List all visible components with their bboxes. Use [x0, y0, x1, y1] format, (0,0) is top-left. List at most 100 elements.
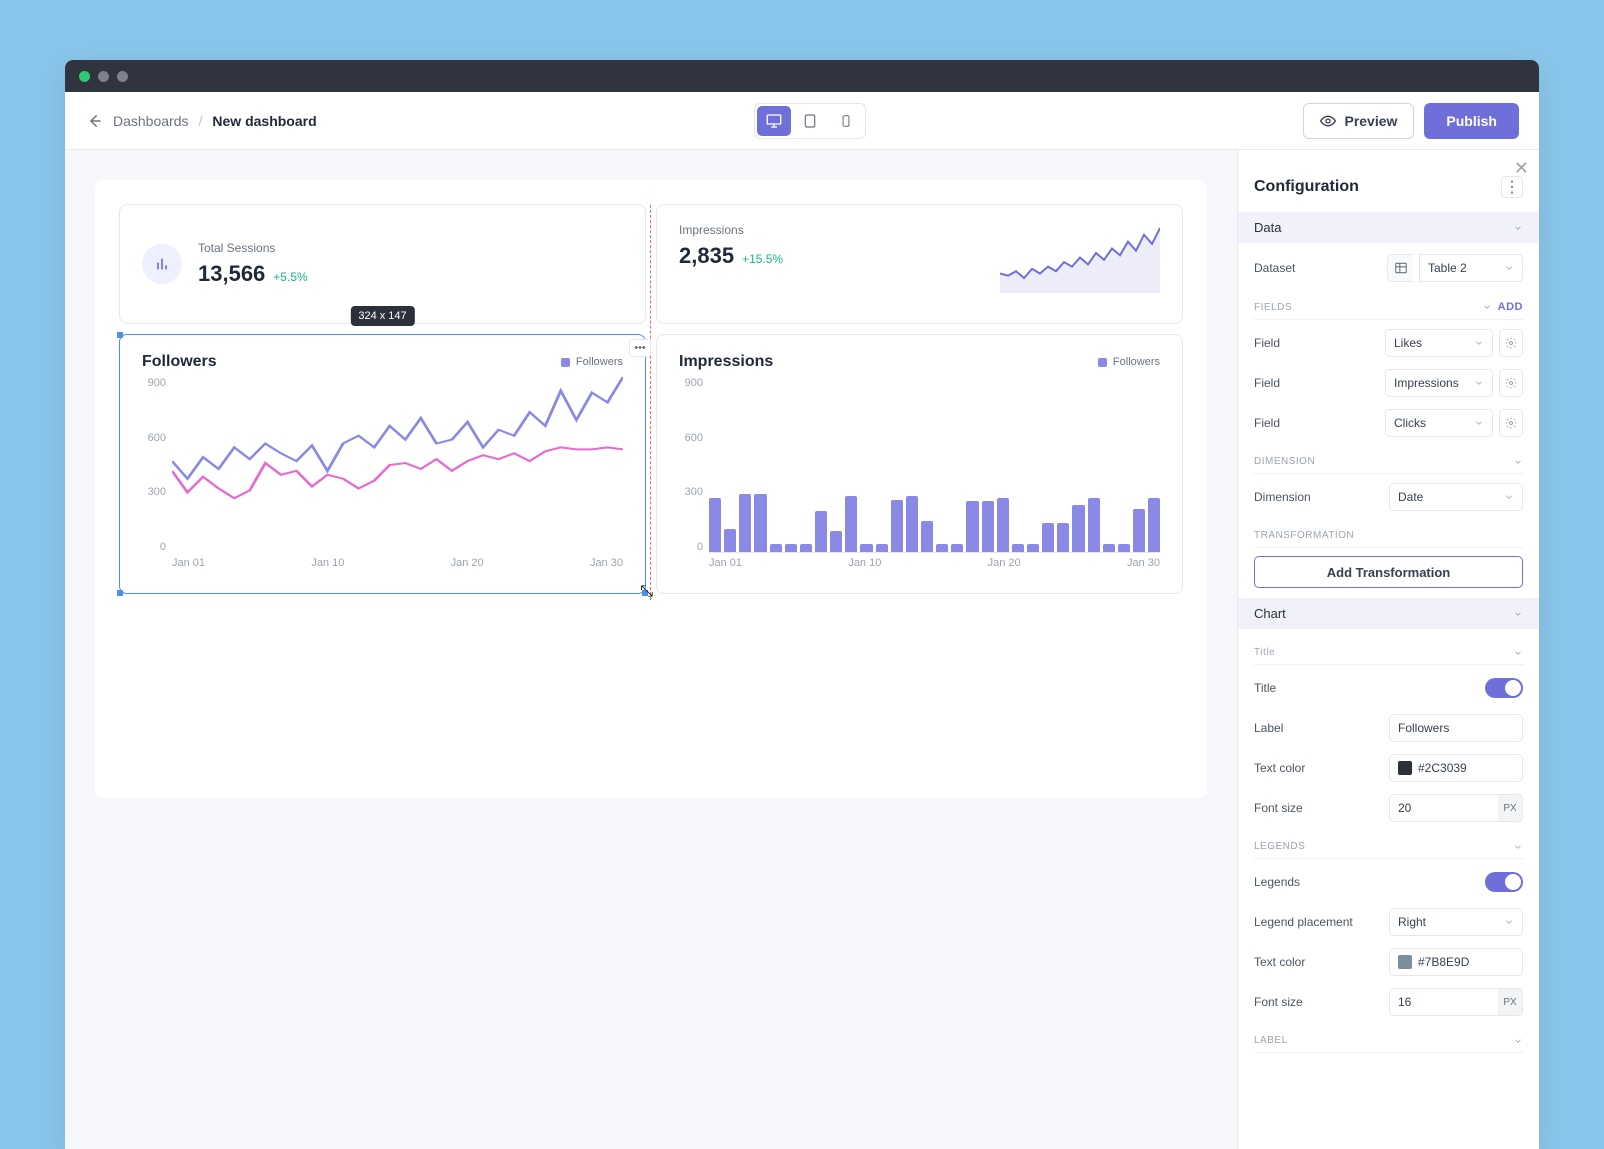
- canvas: Total Sessions 13,566 +5.5% Impressions …: [95, 180, 1207, 798]
- config-title: Configuration: [1254, 178, 1359, 196]
- canvas-area[interactable]: Total Sessions 13,566 +5.5% Impressions …: [65, 150, 1237, 1149]
- add-field-button[interactable]: ADD: [1498, 301, 1523, 313]
- section-data-header[interactable]: Data: [1238, 212, 1539, 243]
- chevron-down-icon: [1504, 492, 1514, 502]
- px-suffix: PX: [1498, 989, 1522, 1015]
- tablet-icon: [802, 113, 818, 129]
- gear-icon: [1505, 417, 1517, 429]
- preview-button[interactable]: Preview: [1303, 103, 1414, 139]
- title-label-input[interactable]: [1389, 714, 1523, 742]
- legends-subheader: LEGENDS: [1254, 841, 1305, 852]
- chevron-down-icon: [1513, 223, 1523, 233]
- breadcrumb-current: New dashboard: [212, 113, 316, 129]
- widget-impressions-metric[interactable]: Impressions 2,835 +15.5%: [656, 204, 1183, 324]
- device-switcher: [754, 103, 866, 139]
- bar-chart-icon: [154, 256, 170, 272]
- legend-swatch: [1098, 358, 1107, 367]
- chevron-down-icon: [1474, 338, 1484, 348]
- back-arrow-icon[interactable]: [85, 112, 103, 130]
- chevron-down-icon: [1474, 378, 1484, 388]
- eye-icon: [1320, 113, 1336, 129]
- device-mobile-button[interactable]: [829, 106, 863, 136]
- alignment-guide: [650, 205, 651, 600]
- chevron-down-icon: [1474, 418, 1484, 428]
- field-settings-button[interactable]: [1499, 329, 1523, 357]
- impressions-label: Impressions: [679, 223, 783, 237]
- chevron-down-icon[interactable]: [1513, 648, 1523, 658]
- dimension-select[interactable]: Date: [1389, 483, 1523, 511]
- breadcrumb: Dashboards / New dashboard: [85, 112, 317, 130]
- color-swatch: [1398, 955, 1412, 969]
- legends-toggle[interactable]: [1485, 872, 1523, 892]
- sessions-label: Total Sessions: [198, 241, 308, 255]
- impressions-sparkline: [1000, 223, 1160, 305]
- legend-swatch: [561, 358, 570, 367]
- chevron-down-icon: [1504, 263, 1514, 273]
- fields-header: FIELDS: [1254, 302, 1292, 313]
- preview-label: Preview: [1344, 113, 1397, 129]
- gear-icon: [1505, 337, 1517, 349]
- followers-y-axis: 9006003000: [142, 377, 172, 553]
- legend-color-input[interactable]: #7B8E9D: [1389, 948, 1523, 976]
- window-control-close[interactable]: [79, 71, 90, 82]
- field-select[interactable]: Clicks: [1385, 409, 1493, 437]
- title-color-input[interactable]: #2C3039: [1389, 754, 1523, 782]
- config-more-button[interactable]: ⋮: [1501, 176, 1523, 198]
- field-label: Field: [1254, 416, 1280, 430]
- legend-placement-label: Legend placement: [1254, 915, 1353, 929]
- impressions-delta: +15.5%: [742, 252, 783, 266]
- header: Dashboards / New dashboard Preview Publi…: [65, 92, 1539, 150]
- impressions-y-axis: 9006003000: [679, 377, 709, 553]
- gear-icon: [1505, 377, 1517, 389]
- workspace: Total Sessions 13,566 +5.5% Impressions …: [65, 150, 1539, 1149]
- followers-x-axis: Jan 01Jan 10Jan 20Jan 30: [172, 557, 623, 577]
- device-tablet-button[interactable]: [793, 106, 827, 136]
- window-control-max[interactable]: [117, 71, 128, 82]
- resize-handle-tl[interactable]: [117, 332, 123, 338]
- legend-placement-select[interactable]: Right: [1389, 908, 1523, 936]
- chevron-down-icon: [1504, 917, 1514, 927]
- section-chart-header[interactable]: Chart: [1238, 598, 1539, 629]
- sessions-value: 13,566: [198, 261, 265, 287]
- dimension-label: Dimension: [1254, 490, 1311, 504]
- breadcrumb-prev[interactable]: Dashboards: [113, 113, 189, 129]
- legend-text-color-label: Text color: [1254, 955, 1305, 969]
- device-desktop-button[interactable]: [757, 106, 791, 136]
- label-label: Label: [1254, 721, 1283, 735]
- dataset-select[interactable]: Table 2: [1419, 254, 1523, 282]
- widget-more-button[interactable]: •••: [629, 339, 651, 357]
- followers-chart-title: Followers: [142, 353, 217, 371]
- chevron-down-icon[interactable]: [1513, 1036, 1523, 1046]
- titlebar: [65, 60, 1539, 92]
- title-toggle[interactable]: [1485, 678, 1523, 698]
- field-label: Field: [1254, 336, 1280, 350]
- label-subheader: LABEL: [1254, 1035, 1288, 1046]
- configuration-panel: ✕ Configuration ⋮ Data Dataset Ta: [1237, 150, 1539, 1149]
- resize-handle-bl[interactable]: [117, 590, 123, 596]
- metric-icon: [142, 244, 182, 284]
- chevron-down-icon[interactable]: [1513, 457, 1523, 467]
- px-suffix: PX: [1498, 795, 1522, 821]
- field-settings-button[interactable]: [1499, 409, 1523, 437]
- dataset-label: Dataset: [1254, 261, 1295, 275]
- close-panel-button[interactable]: ✕: [1514, 158, 1529, 179]
- field-select[interactable]: Impressions: [1385, 369, 1493, 397]
- legends-toggle-label: Legends: [1254, 875, 1300, 889]
- desktop-icon: [765, 112, 783, 130]
- mobile-icon: [839, 114, 853, 128]
- impressions-x-axis: Jan 01Jan 10Jan 20Jan 30: [709, 557, 1160, 577]
- dimension-header: DIMENSION: [1254, 456, 1315, 467]
- field-settings-button[interactable]: [1499, 369, 1523, 397]
- impressions-value: 2,835: [679, 243, 734, 269]
- window-control-min[interactable]: [98, 71, 109, 82]
- sessions-delta: +5.5%: [273, 270, 307, 284]
- field-select[interactable]: Likes: [1385, 329, 1493, 357]
- publish-button[interactable]: Publish: [1424, 103, 1519, 139]
- widget-impressions-chart[interactable]: Impressions Followers 9006003000 Jan 01J…: [656, 334, 1183, 594]
- chevron-down-icon[interactable]: [1513, 842, 1523, 852]
- transformation-header: TRANSFORMATION: [1254, 530, 1354, 541]
- chevron-down-icon[interactable]: [1482, 302, 1492, 312]
- widget-followers-chart[interactable]: 324 x 147 ••• ⤡ Followers Followers: [119, 334, 646, 594]
- font-size-label: Font size: [1254, 801, 1303, 815]
- add-transformation-button[interactable]: Add Transformation: [1254, 556, 1523, 588]
